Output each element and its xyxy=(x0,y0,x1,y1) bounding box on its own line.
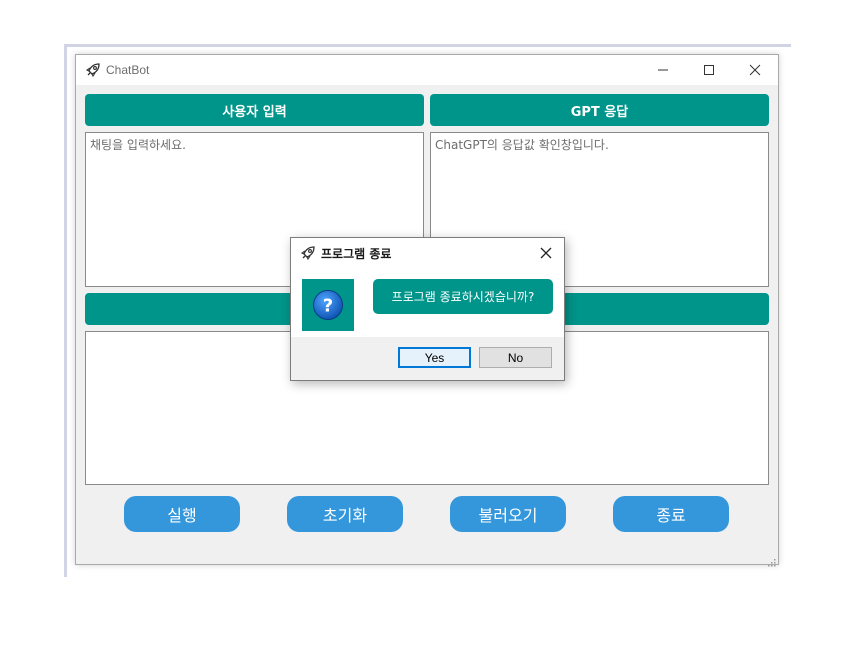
close-button[interactable] xyxy=(732,55,778,85)
background-frame-left xyxy=(64,44,67,577)
title-bar[interactable]: ChatBot xyxy=(76,55,778,85)
exit-button[interactable]: 종료 xyxy=(613,496,729,532)
resize-grip-icon[interactable] xyxy=(766,552,776,567)
reset-button[interactable]: 초기화 xyxy=(287,496,403,532)
question-icon-box: ? xyxy=(302,279,354,331)
background-frame-top xyxy=(64,44,791,47)
dialog-title-bar[interactable]: 프로그램 종료 xyxy=(291,238,564,268)
dialog-close-button[interactable] xyxy=(537,244,555,262)
dialog-message: 프로그램 종료하시겠습니까? xyxy=(373,279,553,314)
load-button[interactable]: 불러오기 xyxy=(450,496,566,532)
user-input-header: 사용자 입력 xyxy=(85,94,424,126)
window-title: ChatBot xyxy=(106,63,150,77)
maximize-button[interactable] xyxy=(686,55,732,85)
exit-confirm-dialog: 프로그램 종료 ? 프로그램 종료하시겠습니까? Yes No xyxy=(290,237,565,381)
minimize-button[interactable] xyxy=(640,55,686,85)
gpt-response-header: GPT 응답 xyxy=(430,94,769,126)
run-button[interactable]: 실행 xyxy=(124,496,240,532)
yes-button[interactable]: Yes xyxy=(398,347,471,368)
rocket-icon xyxy=(300,245,316,261)
dialog-body: ? 프로그램 종료하시겠습니까? xyxy=(291,268,564,337)
svg-text:?: ? xyxy=(323,296,333,317)
rocket-icon xyxy=(85,62,101,78)
question-icon: ? xyxy=(313,290,343,320)
dialog-title: 프로그램 종료 xyxy=(321,247,392,261)
no-button[interactable]: No xyxy=(479,347,552,368)
